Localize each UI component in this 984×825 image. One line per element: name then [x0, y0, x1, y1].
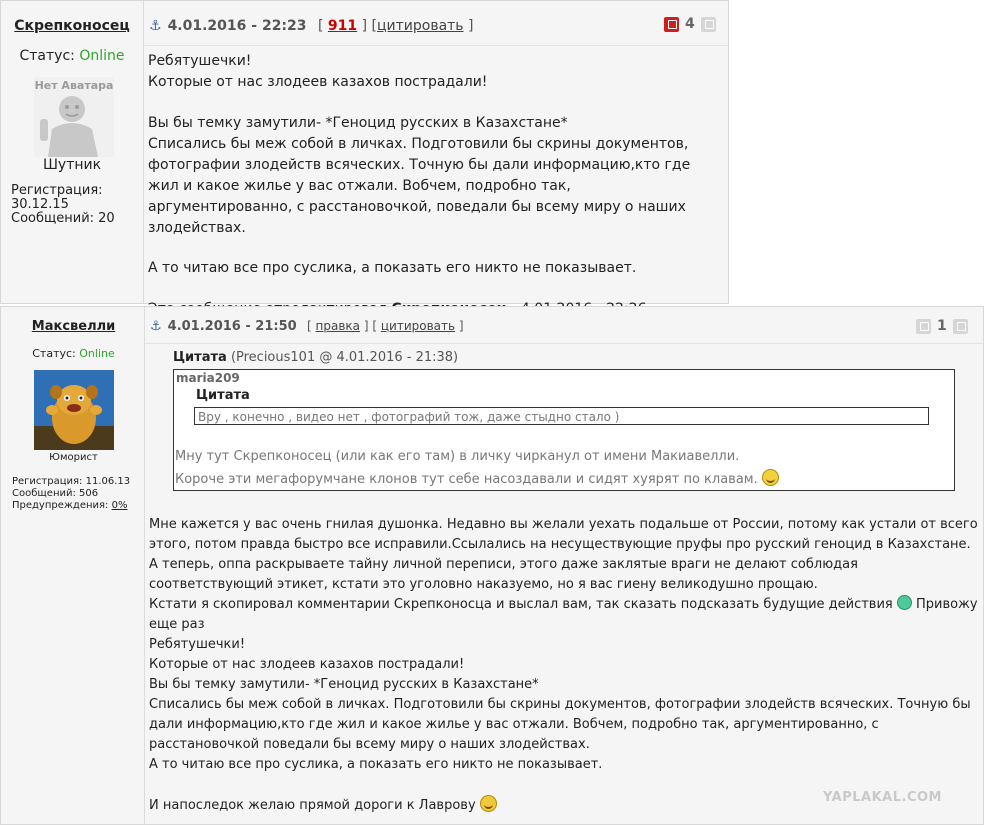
status-label: Статус:	[19, 48, 75, 64]
body-line: А то читаю все про суслика, а показать е…	[149, 757, 603, 772]
rating-count: 1	[937, 318, 947, 334]
post-1-header: ⚓ 4.01.2016 - 22:23 [ 911 ] [цитировать ]…	[144, 1, 728, 46]
warnings-label: Предупреждения:	[12, 500, 109, 511]
no-avatar-text: Нет Аватара	[34, 79, 114, 92]
quote-block: Цитата (Precious101 @ 4.01.2016 - 21:38)…	[173, 350, 963, 491]
site-watermark: YAPLAKAL.COM	[823, 790, 942, 805]
thumb-down-icon[interactable]	[664, 16, 679, 32]
body-line: Ребятушечки!	[148, 53, 252, 69]
thumb-up-icon[interactable]	[952, 318, 968, 334]
warnings: Предупреждения: 0%	[12, 500, 130, 512]
body-paragraph: Мне кажется у вас очень гнилая душонка. …	[149, 517, 978, 592]
quote-box: maria209 Цитата Вру , конечно , видео не…	[173, 369, 955, 491]
body-text: И напоследок желаю прямой дороги к Лавро…	[149, 798, 476, 813]
quote-line-text: Короче эти мегафорумчане клонов тут себе…	[175, 472, 758, 487]
post-2-author-panel: Максвелли Статус: Online Юморист Регистр…	[1, 307, 145, 824]
nested-quote-label: Цитата	[196, 388, 250, 403]
body-line: Вы бы темку замутили- *Геноцид русских в…	[148, 115, 568, 131]
post-1: Скрепконосец Статус: Online Нет Аватара …	[0, 0, 729, 317]
post-actions: [ правка ] [ цитировать ]	[307, 319, 464, 333]
status-value: Online	[79, 347, 115, 360]
post-rating: 4	[664, 16, 716, 32]
laughing-smiley-icon	[761, 469, 779, 486]
status-value: Online	[79, 48, 125, 64]
body-paragraph: Списались бы меж собой в личках. Подгото…	[149, 697, 971, 752]
message-count: Сообщений: 506	[12, 488, 99, 499]
body-line: Которые от нас злодеев казахов пострадал…	[149, 657, 465, 672]
author-name-link[interactable]: Скрепконосец	[1, 18, 143, 34]
thumbs-up-smiley-icon	[479, 795, 497, 812]
quote-source: (Precious101 @ 4.01.2016 - 21:38)	[230, 350, 459, 365]
edit-link[interactable]: правка	[316, 319, 361, 333]
avatar: Нет Аватара	[34, 77, 114, 157]
thumb-up-icon[interactable]	[700, 16, 716, 32]
author-status: Статус: Online	[1, 347, 146, 360]
author-info: Регистрация: 30.12.15 Сообщений: 20	[11, 184, 115, 226]
author-name-link[interactable]: Максвелли	[1, 319, 146, 334]
nested-quote-text: Вру , конечно , видео нет , фотографий т…	[194, 407, 929, 425]
quote-link[interactable]: цитировать	[381, 319, 455, 333]
post-datetime: ⚓ 4.01.2016 - 22:23	[149, 18, 307, 34]
body-paragraph: Кстати я скопировал комментарии Скрепкон…	[149, 595, 979, 635]
anchor-icon[interactable]: ⚓	[149, 18, 162, 34]
post-2: Максвелли Статус: Online Юморист Регистр…	[0, 306, 984, 825]
quote-user: maria209	[176, 371, 240, 385]
anchor-icon[interactable]: ⚓	[150, 319, 162, 334]
lion-cub-avatar-icon	[34, 370, 114, 450]
bracket: ] [	[361, 18, 377, 34]
body-line: А то читаю все про суслика, а показать е…	[148, 260, 637, 276]
registration-date: 30.12.15	[11, 197, 69, 212]
bracket: ]	[458, 319, 464, 333]
body-paragraph: Списались бы меж собой в личках. Подгото…	[148, 136, 691, 236]
post-1-author-panel: Скрепконосец Статус: Online Нет Аватара …	[1, 1, 144, 303]
rating-count: 4	[685, 16, 695, 32]
quote-title: Цитата (Precious101 @ 4.01.2016 - 21:38)	[173, 350, 963, 365]
post-2-header: ⚓ 4.01.2016 - 21:50 [ правка ] [ цитирова…	[145, 307, 983, 344]
registration: Регистрация: 11.06.13	[12, 476, 131, 487]
post-datetime: ⚓ 4.01.2016 - 21:50	[150, 319, 297, 334]
author-rank: Юморист	[49, 452, 98, 463]
datetime-text: 4.01.2016 - 22:23	[167, 18, 307, 34]
warnings-link[interactable]: 0%	[112, 500, 128, 511]
message-count: Сообщений: 20	[11, 211, 115, 226]
thumb-down-icon[interactable]	[916, 318, 931, 334]
quote-line: Мну тут Скрепконосец (или как его там) в…	[175, 449, 740, 464]
post-number-link[interactable]: 911	[328, 18, 357, 34]
author-rank: Шутник	[42, 157, 102, 173]
avatar	[34, 370, 114, 450]
body-line: Вы бы темку замутили- *Геноцид русских в…	[149, 677, 539, 692]
body-line: Которые от нас злодеев казахов пострадал…	[148, 74, 488, 90]
green-smiley-icon	[896, 595, 912, 610]
post-1-body: Ребятушечки! Которые от нас злодеев каза…	[148, 51, 718, 320]
author-info: Регистрация: 11.06.13 Сообщений: 506 Пре…	[12, 476, 130, 512]
status-label: Статус:	[32, 347, 76, 360]
body-line: Ребятушечки!	[149, 637, 246, 652]
post-actions: [ 911 ] [цитировать ]	[318, 18, 473, 34]
registration-label: Регистрация:	[11, 183, 103, 198]
body-text: Кстати я скопировал комментарии Скрепкон…	[149, 597, 893, 612]
datetime-text: 4.01.2016 - 21:50	[167, 319, 297, 334]
bracket: ] [	[363, 319, 378, 333]
bracket: [	[307, 319, 312, 333]
bracket: [	[318, 18, 324, 34]
quote-label: Цитата	[173, 350, 227, 365]
bracket: ]	[468, 18, 474, 34]
post-2-body: Мне кажется у вас очень гнилая душонка. …	[149, 515, 979, 816]
quote-line-2: Короче эти мегафорумчане клонов тут себе…	[175, 469, 779, 487]
post-rating: 1	[916, 318, 968, 334]
author-status: Статус: Online	[1, 48, 143, 64]
quote-link[interactable]: цитировать	[377, 18, 464, 34]
